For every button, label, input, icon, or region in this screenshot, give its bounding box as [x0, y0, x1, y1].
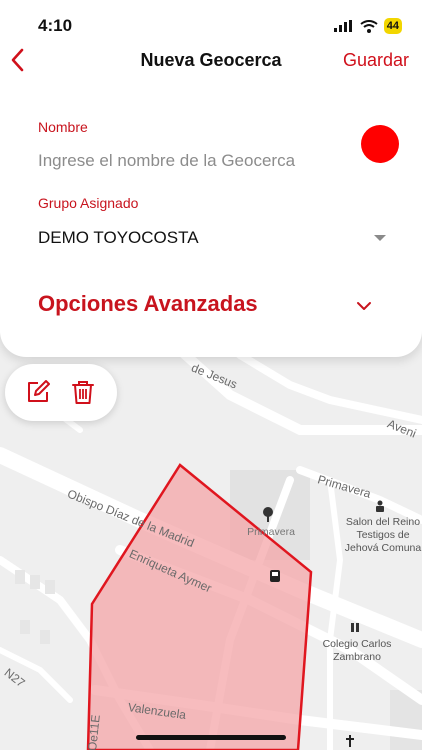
poi-label-salon: Salon del Reino Testigos de Jehová Comun… — [344, 516, 422, 554]
poi-label-colegio: Colegio Carlos Zambrano — [322, 638, 392, 663]
group-select[interactable]: DEMO TOYOCOSTA — [38, 226, 388, 250]
group-label: Grupo Asignado — [38, 195, 139, 211]
chevron-down-icon — [357, 302, 371, 310]
dropdown-caret-icon — [374, 235, 386, 241]
delete-button[interactable] — [69, 378, 97, 406]
map-tools-pill — [5, 364, 117, 421]
nav-bar: Nueva Geocerca Guardar — [0, 48, 422, 74]
home-indicator — [136, 735, 286, 740]
name-label: Nombre — [38, 119, 88, 135]
poi-label-park: Primavera — [247, 526, 295, 538]
church-icon — [346, 735, 354, 747]
school-icon — [351, 623, 359, 632]
wifi-icon — [360, 19, 378, 33]
advanced-options-label: Opciones Avanzadas — [38, 291, 258, 316]
status-time: 4:10 — [38, 16, 73, 35]
geofence-form-sheet: 4:10 44 Nueva Geocerca Guardar Nombre In… — [0, 0, 422, 357]
edit-icon — [28, 380, 50, 402]
group-select-value: DEMO TOYOCOSTA — [38, 228, 199, 247]
signal-icon — [333, 20, 352, 32]
geofence-name-input[interactable] — [38, 150, 338, 172]
status-icons: 44 — [333, 18, 402, 34]
battery-icon: 44 — [383, 18, 402, 34]
status-bar: 4:10 44 — [0, 0, 422, 48]
trash-icon — [72, 381, 94, 404]
color-picker-button[interactable] — [361, 125, 399, 163]
bus-stop-icon — [270, 570, 280, 582]
edit-button[interactable] — [24, 378, 52, 406]
save-button[interactable]: Guardar — [343, 50, 409, 71]
advanced-options-toggle[interactable]: Opciones Avanzadas — [38, 290, 378, 320]
